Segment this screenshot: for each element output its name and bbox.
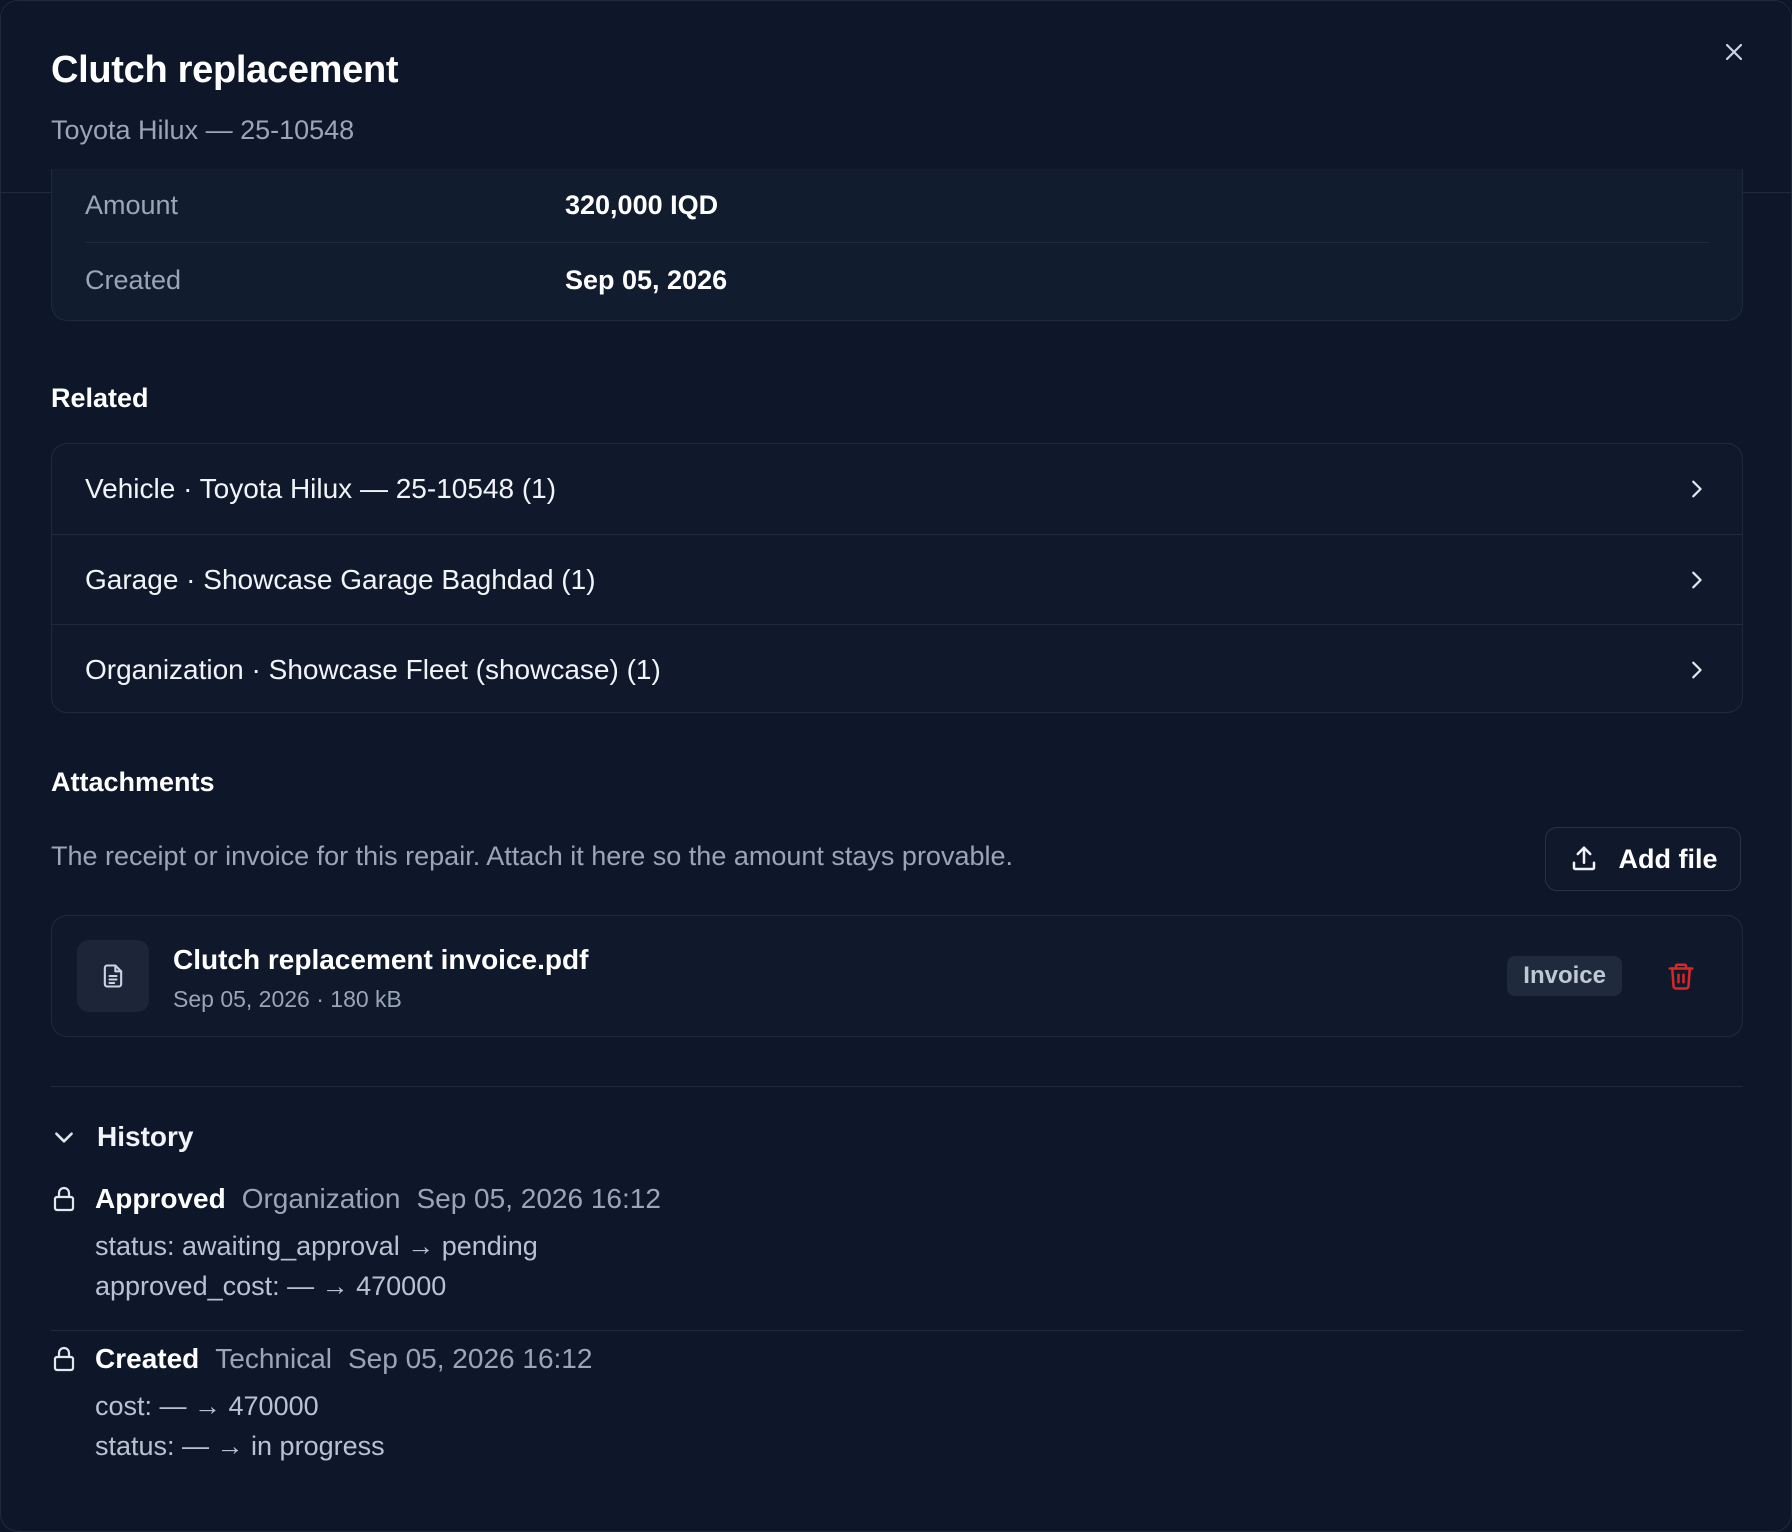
detail-value: Sep 05, 2026 — [565, 264, 728, 295]
related-item-label: Garage · Showcase Garage Baghdad (1) — [85, 563, 596, 595]
history-actor-role: Technical — [215, 1343, 332, 1374]
history-entry-header: Approved Organization Sep 05, 2026 16:12 — [51, 1183, 661, 1215]
attachments-description: The receipt or invoice for this repair. … — [51, 841, 1013, 871]
add-file-label: Add file — [1618, 843, 1718, 874]
detail-label: Created — [85, 264, 182, 295]
close-button[interactable] — [1717, 35, 1751, 69]
history-actor-role: Organization — [241, 1183, 401, 1214]
upload-icon — [1572, 846, 1595, 871]
details-card: Amount 320,000 IQD Created Sep 05, 2026 — [51, 169, 1743, 321]
history-entry: Created Technical Sep 05, 2026 16:12 cos… — [51, 1343, 1743, 1503]
history-timestamp: Sep 05, 2026 16:12 — [348, 1343, 593, 1374]
detail-row-amount: Amount 320,000 IQD — [85, 169, 1709, 243]
history-action: Approved — [95, 1183, 226, 1214]
trash-icon — [1668, 963, 1694, 990]
file-name: Clutch replacement invoice.pdf — [173, 944, 589, 975]
dialog-header: Clutch replacement Toyota Hilux — 25-105… — [1, 1, 1791, 193]
delete-file-button[interactable] — [1664, 959, 1698, 993]
attachments-heading: Attachments — [51, 767, 215, 797]
related-list: Vehicle · Toyota Hilux — 25-10548 (1) Ga… — [51, 443, 1743, 713]
file-type-badge: Invoice — [1507, 956, 1622, 996]
related-item-garage[interactable]: Garage · Showcase Garage Baghdad (1) — [52, 534, 1742, 624]
history-toggle[interactable]: History — [51, 1121, 193, 1153]
related-item-organization[interactable]: Organization · Showcase Fleet (showcase)… — [52, 624, 1742, 712]
history-change: status: awaiting_approval → pending — [95, 1231, 538, 1261]
history-label: History — [97, 1121, 194, 1152]
repair-detail-dialog: Clutch replacement Toyota Hilux — 25-105… — [0, 0, 1792, 1532]
file-icon-container — [77, 940, 149, 1012]
close-icon — [1725, 43, 1743, 61]
related-item-label: Vehicle · Toyota Hilux — 25-10548 (1) — [85, 473, 557, 504]
detail-value: 320,000 IQD — [565, 190, 719, 220]
history-change: approved_cost: — → 470000 — [95, 1271, 447, 1301]
file-meta: Sep 05, 2026 · 180 kB — [173, 986, 402, 1012]
add-file-button[interactable]: Add file — [1545, 827, 1741, 891]
page-title: Clutch replacement — [51, 49, 399, 91]
history-action: Created — [95, 1343, 200, 1374]
section-divider — [51, 1086, 1743, 1087]
history-entry: Approved Organization Sep 05, 2026 16:12… — [51, 1183, 1743, 1331]
chevron-right-icon — [1683, 657, 1709, 683]
attachment-item[interactable]: Clutch replacement invoice.pdf Sep 05, 2… — [51, 915, 1743, 1037]
history-entry-header: Created Technical Sep 05, 2026 16:12 — [51, 1343, 592, 1375]
chevron-right-icon — [1683, 567, 1709, 593]
page-subtitle: Toyota Hilux — 25-10548 — [51, 115, 355, 145]
document-icon — [103, 964, 123, 988]
history-change: status: — → in progress — [95, 1431, 385, 1461]
detail-row-created: Created Sep 05, 2026 — [85, 243, 1709, 317]
lock-icon — [51, 1184, 77, 1214]
history-timestamp: Sep 05, 2026 16:12 — [416, 1183, 661, 1214]
related-item-vehicle[interactable]: Vehicle · Toyota Hilux — 25-10548 (1) — [52, 444, 1742, 534]
detail-label: Amount — [85, 190, 179, 220]
related-heading: Related — [51, 383, 149, 413]
lock-icon — [51, 1344, 77, 1374]
chevron-down-icon — [55, 1132, 73, 1143]
related-item-label: Organization · Showcase Fleet (showcase)… — [85, 653, 661, 685]
history-change: cost: — → 470000 — [95, 1391, 319, 1421]
chevron-right-icon — [1683, 476, 1709, 502]
